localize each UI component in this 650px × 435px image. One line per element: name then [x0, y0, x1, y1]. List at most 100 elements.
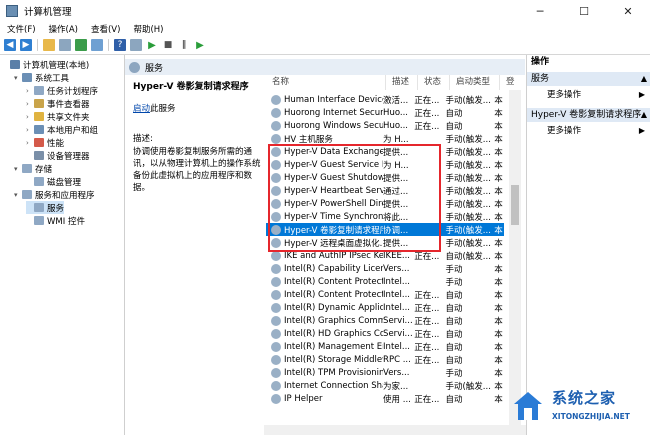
menu-help[interactable]: 帮助(H) — [133, 23, 163, 35]
folder-icon[interactable] — [43, 39, 55, 51]
table-row[interactable]: Huorong Internet Securit...Huo... 正在... 自动… — [266, 106, 504, 119]
service-gear-icon — [271, 276, 281, 287]
gear-icon — [129, 61, 140, 73]
service-startup-type: 手动(触发... — [445, 95, 491, 106]
menu-view[interactable]: 查看(V) — [91, 23, 120, 35]
service-name: IP Helper — [284, 393, 323, 404]
service-description: Huo... — [383, 120, 408, 131]
description-text: 协调使用卷影复制服务所需的通讯，以从物理计算机上的操作系统备份此虚拟机上的应用程… — [133, 147, 261, 193]
tree-expander-icon[interactable]: ▾ — [14, 74, 22, 82]
table-row[interactable]: Intel(R) Content Protectio...Intel... 正在.… — [266, 288, 504, 301]
service-gear-icon — [271, 198, 281, 209]
refresh-icon[interactable] — [75, 39, 87, 51]
table-row[interactable]: HV 主机服务 为 H... 手动(触发... 本 — [266, 132, 504, 145]
scrollbar-thumb[interactable] — [511, 185, 519, 225]
minimize-button[interactable]: ─ — [518, 0, 562, 22]
table-row[interactable]: Hyper-V 卷影复制请求程序 协调... 手动(触发... 本 — [266, 223, 504, 236]
tree-node[interactable]: ▾ 服务和应用程序 — [14, 188, 95, 201]
table-row[interactable]: IP Helper 使用 ... 正在... 自动 本 — [266, 392, 504, 405]
tree-expander-icon[interactable]: ▾ — [14, 165, 22, 173]
services-list: 名称 描述 状态 启动类型 登 Human Interface Device .… — [266, 75, 521, 435]
service-description: 为家... — [383, 381, 409, 392]
service-logon: 本 — [494, 290, 503, 301]
table-row[interactable]: Human Interface Device ...激活... 正在... 手动(触… — [266, 93, 504, 106]
more-actions-selected-service[interactable]: 更多操作 ▶ — [527, 124, 650, 138]
column-logon[interactable]: 登 — [500, 75, 515, 90]
more-actions-services[interactable]: 更多操作 ▶ — [527, 88, 650, 102]
tree-node[interactable]: › 共享文件夹 — [26, 110, 90, 123]
service-gear-icon — [271, 185, 281, 196]
actions-group-services[interactable]: 服务 ▲ — [527, 72, 650, 86]
play-icon[interactable]: ▶ — [146, 39, 158, 51]
tree-node[interactable]: 计算机管理(本地) — [2, 58, 89, 71]
tree-expander-icon[interactable]: › — [26, 87, 34, 95]
tree-node-icon — [34, 151, 44, 160]
chevron-right-icon: ▶ — [638, 126, 645, 135]
table-row[interactable]: Huorong Windows Secur...Huo... 正在... 自动 本 — [266, 119, 504, 132]
table-row[interactable]: Hyper-V Data Exchange ...提供... 手动(触发...本 — [266, 145, 504, 158]
tree-node[interactable]: 磁盘管理 — [26, 175, 81, 188]
properties-icon[interactable] — [130, 39, 142, 51]
service-status: 正在... — [414, 290, 440, 301]
table-row[interactable]: Hyper-V Heartbeat Service通过... 手动(触发...本 — [266, 184, 504, 197]
table-row[interactable]: Intel(R) HD Graphics Con...Servi...正在...… — [266, 327, 504, 340]
table-row[interactable]: Intel(R) Graphics Comma...Servi...正在... 自… — [266, 314, 504, 327]
tree-expander-icon[interactable]: › — [26, 100, 34, 108]
tree-node[interactable]: › 事件查看器 — [26, 97, 90, 110]
more-actions-label: 更多操作 — [547, 90, 582, 100]
service-gear-icon — [271, 94, 281, 105]
service-description: 将此... — [383, 212, 409, 223]
column-description[interactable]: 描述 — [386, 75, 418, 90]
column-startup-type[interactable]: 启动类型 — [450, 75, 500, 90]
service-gear-icon — [271, 341, 281, 352]
table-row[interactable]: Hyper-V Guest Shutdown...提供... 手动(触发...本 — [266, 171, 504, 184]
table-row[interactable]: Intel(R) Storage Middlew...RPC ...正在... 自… — [266, 353, 504, 366]
horizontal-scrollbar[interactable] — [264, 425, 526, 435]
tree-expander-icon[interactable]: › — [26, 126, 34, 134]
forward-icon[interactable]: ▶ — [20, 39, 32, 51]
table-row[interactable]: Hyper-V 远程桌面虚拟化... 提供... 手动(触发... 本 — [266, 236, 504, 249]
tree-node[interactable]: › 性能 — [26, 136, 64, 149]
grid-icon[interactable] — [59, 39, 71, 51]
service-description: 提供... — [383, 238, 409, 249]
start-service-link[interactable]: 启动 — [133, 104, 150, 114]
chevron-right-icon: ▶ — [638, 90, 645, 99]
table-row[interactable]: Intel(R) Management En...Intel... 正在... 自动… — [266, 340, 504, 353]
pause-icon[interactable]: ‖ — [178, 39, 190, 51]
tree-expander-icon[interactable]: › — [26, 139, 34, 147]
export-icon[interactable] — [91, 39, 103, 51]
tree-node[interactable]: ▾ 系统工具 — [14, 71, 69, 84]
help-icon[interactable]: ? — [114, 39, 126, 51]
table-row[interactable]: Hyper-V Guest Service In...为 H... 手动(触发..… — [266, 158, 504, 171]
tree-node-icon — [34, 177, 44, 186]
service-gear-icon — [271, 211, 281, 222]
table-row[interactable]: Internet Connection Shari...为家... 手动(触发..… — [266, 379, 504, 392]
tree-node[interactable]: 服务 — [26, 201, 65, 214]
tree-node[interactable]: ▾ 存储 — [14, 162, 52, 175]
table-row[interactable]: IKE and AuthIP IPsec Key...IKEE... 正在... 自… — [266, 249, 504, 262]
table-row[interactable]: Intel(R) Content Protectio...Intel... 手动 本 — [266, 275, 504, 288]
stop-icon[interactable]: ■ — [162, 39, 174, 51]
table-row[interactable]: Intel(R) TPM Provisioning...Vers... 手动 本 — [266, 366, 504, 379]
column-name[interactable]: 名称 — [266, 75, 386, 90]
column-status[interactable]: 状态 — [418, 75, 450, 90]
tree-node[interactable]: › 本地用户和组 — [26, 123, 98, 136]
restart-icon[interactable]: ▶ — [194, 39, 206, 51]
tree-node[interactable]: WMI 控件 — [26, 214, 85, 227]
table-row[interactable]: Intel(R) Capability Licensi...Vers... 手动 本 — [266, 262, 504, 275]
service-name: Hyper-V Heartbeat Service — [284, 185, 384, 196]
table-row[interactable]: Hyper-V Time Synchroniz...将此... 手动(触发...本 — [266, 210, 504, 223]
table-row[interactable]: Intel(R) Dynamic Applicat...Intel... 正在..… — [266, 301, 504, 314]
table-row[interactable]: Hyper-V PowerShell Dire...提供... 手动(触发...本 — [266, 197, 504, 210]
back-icon[interactable]: ◀ — [4, 39, 16, 51]
maximize-button[interactable]: ☐ — [562, 0, 606, 22]
menu-file[interactable]: 文件(F) — [7, 23, 36, 35]
close-button[interactable]: ✕ — [606, 0, 650, 22]
tree-node[interactable]: › 任务计划程序 — [26, 84, 98, 97]
tree-node-icon — [22, 190, 32, 199]
actions-group-selected-service[interactable]: Hyper-V 卷影复制请求程序 ▲ — [527, 108, 650, 122]
menu-action[interactable]: 操作(A) — [49, 23, 78, 35]
tree-expander-icon[interactable]: ▾ — [14, 191, 22, 199]
tree-node[interactable]: 设备管理器 — [26, 149, 90, 162]
tree-expander-icon[interactable]: › — [26, 113, 34, 121]
